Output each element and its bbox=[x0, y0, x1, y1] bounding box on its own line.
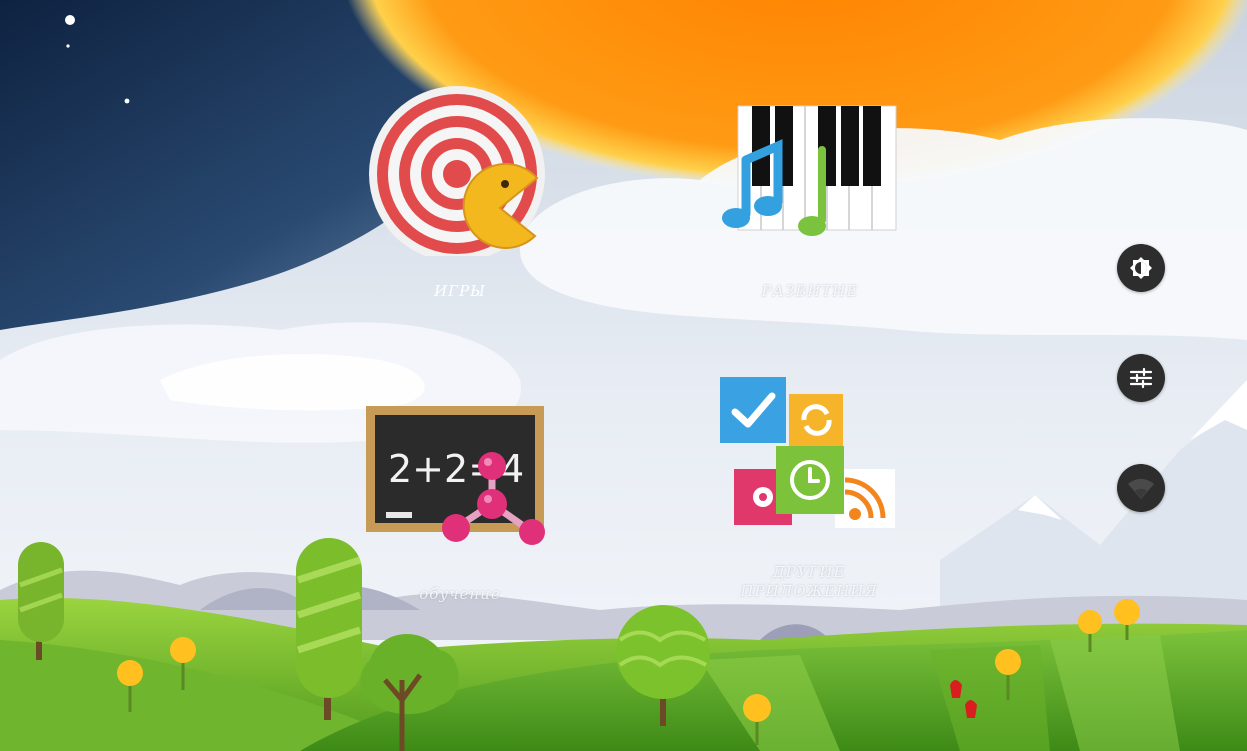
games-label: ИГРЫ bbox=[434, 282, 486, 300]
learning-tile[interactable]: 2+2=4 bbox=[364, 404, 548, 552]
other-apps-tile[interactable] bbox=[717, 374, 897, 532]
wifi-button[interactable] bbox=[1117, 464, 1165, 512]
brightness-button[interactable] bbox=[1117, 244, 1165, 292]
apps-collage-icon bbox=[720, 377, 895, 528]
settings-button[interactable] bbox=[1117, 354, 1165, 402]
games-tile[interactable] bbox=[367, 86, 549, 256]
launcher-screen: ИГРЫ РАЗВИТИЕ 2+2=4 обучение ДРУГИЕ ПРИЛ… bbox=[0, 0, 1247, 751]
development-tile[interactable] bbox=[716, 102, 898, 242]
brightness-icon bbox=[1130, 257, 1152, 279]
chalkboard-molecule-icon: 2+2=4 bbox=[366, 406, 545, 545]
development-label: РАЗВИТИЕ bbox=[761, 282, 859, 300]
landscape-background bbox=[0, 0, 1247, 751]
wifi-icon bbox=[1128, 478, 1154, 499]
piano-music-icon bbox=[722, 105, 897, 236]
sliders-icon bbox=[1129, 367, 1153, 389]
target-pacman-icon bbox=[369, 86, 545, 256]
learning-label: обучение bbox=[419, 585, 501, 603]
other-apps-label: ДРУГИЕ ПРИЛОЖЕНИЯ bbox=[740, 563, 878, 600]
